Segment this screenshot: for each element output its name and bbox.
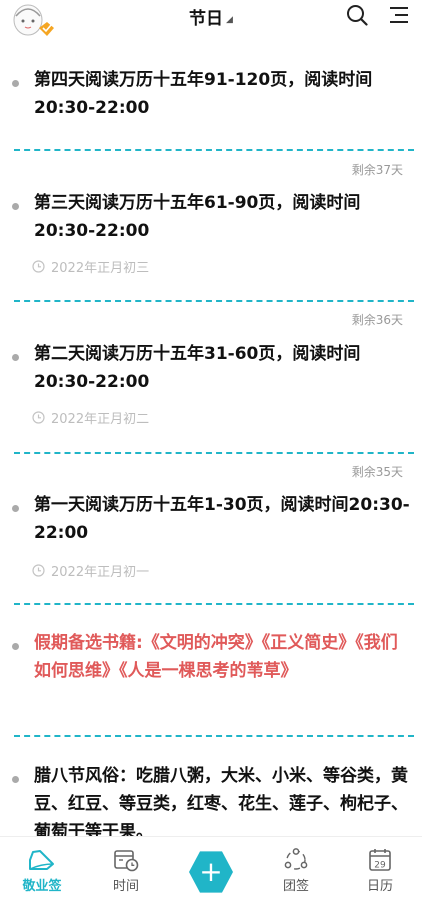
add-icon: + [199,855,223,888]
bottom-tab-bar: 敬业签 时间 + 团签 29 日历 [0,836,422,903]
bullet [12,203,19,210]
calendar-day: 29 [374,861,386,871]
entry-text: 第四天阅读万历十五年91-120页，阅读时间20:30-22:00 [34,70,373,118]
remaining-days: 剩余37天 [351,163,403,177]
bullet [12,776,19,783]
entry-text: 第三天阅读万历十五年61-90页，阅读时间20:30-22:00 [34,193,361,241]
calendar-clock-icon [111,847,141,873]
entry-date: 2022年正月初二 [32,408,149,427]
entry-date: 2022年正月初三 [32,257,149,276]
entry-text: 第二天阅读万历十五年31-60页，阅读时间20:30-22:00 [34,344,361,392]
entry-text: 假期备选书籍:《文明的冲突》《正义简史》《我们如何思维》《人是一棵思考的苇草》 [34,633,398,681]
clock-icon [32,563,45,577]
tab-team[interactable]: 团签 [254,837,338,903]
bullet [12,80,19,87]
entry-text: 腊八节风俗：吃腊八粥，大米、小米、等谷类，黄豆、红豆、等豆类，红枣、花生、莲子、… [34,766,408,836]
search-icon[interactable] [346,4,368,26]
tab-jingyeqian[interactable]: 敬业签 [0,837,84,903]
note-list[interactable]: 第四天阅读万历十五年91-120页，阅读时间20:30-22:00 剩余37天 … [0,44,422,836]
clock-icon [32,259,45,273]
add-button[interactable]: + [189,851,233,893]
clock-icon [32,410,45,424]
entry-text: 第一天阅读万历十五年1-30页，阅读时间20:30-22:00 [34,495,410,543]
remaining-days: 剩余35天 [351,465,403,479]
tab-time[interactable]: 时间 [84,837,168,903]
divider [14,603,414,605]
calendar-icon: 29 [365,847,395,873]
bullet [12,643,19,650]
menu-icon[interactable] [388,4,410,26]
dropdown-caret-icon: ◢ [226,15,233,25]
divider [14,300,414,302]
team-icon [281,847,311,873]
note-icon [27,847,57,873]
entry-date: 2022年正月初一 [32,561,149,580]
tab-calendar[interactable]: 29 日历 [338,837,422,903]
divider [14,149,414,151]
bullet [12,354,19,361]
page-title: 节日 [189,8,224,29]
remaining-days: 剩余36天 [351,313,403,327]
top-bar: 节日 ◢ [0,0,422,44]
divider [14,735,414,737]
divider [14,452,414,454]
bullet [12,505,19,512]
